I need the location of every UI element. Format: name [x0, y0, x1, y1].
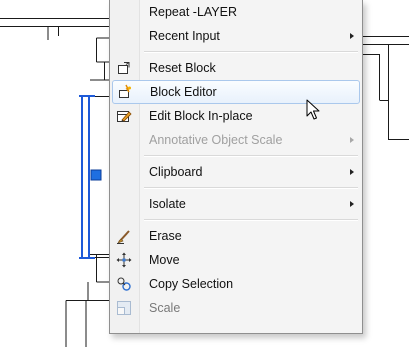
menu-item-label: Annotative Object Scale — [149, 133, 283, 147]
menu-item-copy-selection[interactable]: Copy Selection — [110, 272, 362, 296]
menu-item-label: Copy Selection — [149, 277, 234, 291]
mouse-pointer-icon — [306, 99, 320, 120]
menu-item-label: Scale — [149, 301, 181, 315]
menu-item-label: Repeat -LAYER — [149, 5, 238, 19]
menu-separator — [110, 48, 362, 56]
move-icon — [116, 252, 132, 268]
context-menu: Repeat -LAYER Recent Input Reset Block B… — [109, 0, 363, 334]
menu-item-label: Edit Block In-place — [149, 109, 253, 123]
menu-item-isolate[interactable]: Isolate — [110, 192, 362, 216]
scale-icon — [117, 301, 131, 315]
menu-item-repeat-layer[interactable]: Repeat -LAYER — [110, 0, 362, 24]
menu-item-label: Recent Input — [149, 29, 220, 43]
menu-item-edit-block-in-place[interactable]: Edit Block In-place — [110, 104, 362, 128]
menu-separator — [110, 216, 362, 224]
menu-separator — [110, 152, 362, 160]
menu-item-label: Isolate — [149, 197, 186, 211]
submenu-arrow-icon — [350, 201, 354, 207]
menu-item-label: Move — [149, 253, 180, 267]
submenu-arrow-icon — [350, 169, 354, 175]
erase-icon — [117, 230, 130, 244]
menu-item-label: Clipboard — [149, 165, 203, 179]
block-grip — [90, 169, 102, 181]
menu-item-move[interactable]: Move — [110, 248, 362, 272]
context-menu-items: Repeat -LAYER Recent Input Reset Block B… — [110, 0, 362, 320]
block-editor-icon — [119, 84, 131, 98]
edit-block-in-place-icon — [117, 111, 132, 122]
submenu-arrow-icon — [350, 33, 354, 39]
menu-item-label: Block Editor — [150, 85, 217, 99]
submenu-arrow-icon — [350, 137, 354, 143]
menu-item-label: Erase — [149, 229, 182, 243]
menu-item-clipboard[interactable]: Clipboard — [110, 160, 362, 184]
menu-item-erase[interactable]: Erase — [110, 224, 362, 248]
menu-item-annotative-object-scale[interactable]: Annotative Object Scale — [110, 128, 362, 152]
menu-item-block-editor[interactable]: Block Editor — [112, 80, 360, 104]
cad-canvas[interactable]: Repeat -LAYER Recent Input Reset Block B… — [0, 0, 409, 347]
menu-separator — [110, 184, 362, 192]
reset-block-icon — [118, 62, 130, 74]
menu-item-recent-input[interactable]: Recent Input — [110, 24, 362, 48]
menu-item-label: Reset Block — [149, 61, 216, 75]
menu-item-scale[interactable]: Scale — [110, 296, 362, 320]
copy-selection-icon — [117, 277, 131, 291]
menu-item-reset-block[interactable]: Reset Block — [110, 56, 362, 80]
